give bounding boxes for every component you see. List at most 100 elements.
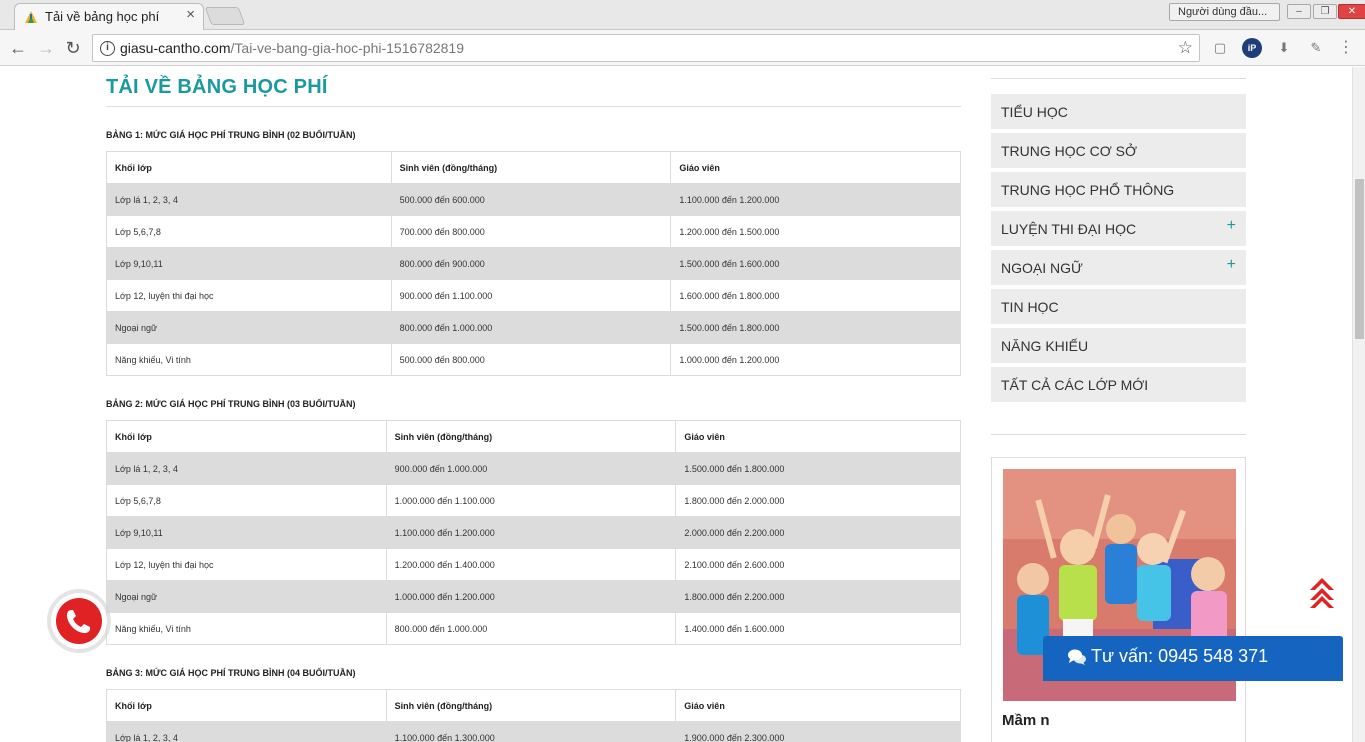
sidebar-item-tieu-hoc[interactable]: TIỂU HỌC (991, 94, 1246, 130)
extension-ip-icon[interactable]: iP (1242, 38, 1262, 58)
cell-student: 1.100.000 đến 1.300.000 (385, 721, 677, 742)
fee-table-2: Khối lớp Sinh viên (đồng/tháng) Giáo viê… (106, 420, 961, 645)
cell-student: 700.000 đến 800.000 (390, 215, 672, 248)
address-bar[interactable]: i giasu-cantho.com/Tai-ve-bang-gia-hoc-p… (92, 34, 1200, 62)
cell-student: 800.000 đến 1.000.000 (385, 612, 677, 645)
cell-student: 800.000 đến 1.000.000 (390, 311, 672, 344)
sidebar-item-label: TRUNG HỌC PHỔ THÔNG (1001, 182, 1175, 198)
expand-plus-icon[interactable]: + (1227, 217, 1236, 235)
table-row: Lớp 5,6,7,8 700.000 đến 800.000 1.200.000 … (106, 215, 961, 248)
new-tab-button[interactable] (204, 7, 246, 25)
cell-student: 500.000 đến 600.000 (390, 183, 672, 216)
header-student: Sinh viên (đồng/tháng) (385, 689, 677, 722)
header-grade: Khối lớp (106, 420, 387, 453)
table-row: Lớp 5,6,7,8 1.000.000 đến 1.100.000 1.800.… (106, 484, 961, 517)
cell-grade: Lớp 12, luyện thi đại học (106, 279, 392, 312)
url-domain: giasu-cantho.com (120, 40, 231, 56)
call-button-circle (56, 598, 102, 644)
cell-student: 500.000 đến 800.000 (390, 343, 672, 376)
extension-tool-icon[interactable]: ✎ (1306, 38, 1326, 58)
profile-button[interactable]: Người dùng đầu... (1169, 3, 1280, 21)
cell-teacher: 1.100.000 đến 1.200.000 (670, 183, 961, 216)
cell-grade: Lớp 5,6,7,8 (106, 215, 392, 248)
table-row: Lớp 9,10,11 1.100.000 đến 1.200.000 2.000.… (106, 516, 961, 549)
sidebar-item-nang-khieu[interactable]: NĂNG KHIẾU (991, 328, 1246, 364)
page-title: TẢI VỀ BẢNG HỌC PHÍ (106, 76, 328, 98)
sidebar-item-label: NĂNG KHIẾU (1001, 338, 1089, 354)
browser-toolbar: ← → ↻ i giasu-cantho.com/Tai-ve-bang-gia… (0, 30, 1365, 66)
table-row: Lớp 12, luyện thi đại học 1.200.000 đến 1… (106, 548, 961, 581)
back-to-top-icon[interactable] (1307, 574, 1337, 608)
extension-reader-icon[interactable]: ▢ (1210, 38, 1230, 58)
url-text[interactable]: giasu-cantho.com/Tai-ve-bang-gia-hoc-phi… (120, 40, 464, 56)
cell-teacher: 1.400.000 đến 1.600.000 (675, 612, 961, 645)
bookmark-star-icon[interactable]: ☆ (1178, 38, 1193, 58)
header-student: Sinh viên (đồng/tháng) (385, 420, 677, 453)
sidebar-item-trung-hoc-co-so[interactable]: TRUNG HỌC CƠ SỞ (991, 133, 1246, 169)
site-favicon-icon (25, 11, 37, 23)
promo-card[interactable]: Mầm n (991, 457, 1246, 742)
download-icon[interactable]: ⬇ (1274, 38, 1294, 58)
browser-tab[interactable]: Tải về bảng học phí × (14, 3, 204, 30)
cell-student: 900.000 đến 1.000.000 (385, 452, 677, 485)
expand-plus-icon[interactable]: + (1227, 256, 1236, 274)
cell-teacher: 1.900.000 đến 2.300.000 (675, 721, 961, 742)
back-arrow-icon[interactable]: ← (8, 38, 28, 58)
cell-teacher: 1.800.000 đến 2.000.000 (675, 484, 961, 517)
minimize-icon[interactable]: – (1287, 4, 1311, 19)
tab-title: Tải về bảng học phí (45, 9, 160, 24)
table-row: Lớp lá 1, 2, 3, 4 900.000 đến 1.000.000 1.… (106, 452, 961, 485)
header-student: Sinh viên (đồng/tháng) (390, 151, 672, 184)
sidebar-item-label: TIỂU HỌC (1001, 104, 1068, 120)
promo-caption[interactable]: Mầm n (1002, 712, 1050, 729)
cell-teacher: 2.100.000 đến 2.600.000 (675, 548, 961, 581)
table-header-row: Khối lớp Sinh viên (đồng/tháng) Giáo viê… (106, 420, 961, 453)
cell-grade: Lớp 12, luyện thi đại học (106, 548, 387, 581)
header-teacher: Giáo viên (675, 420, 961, 453)
sidebar-item-ngoai-ngu[interactable]: NGOẠI NGỮ + (991, 250, 1246, 286)
header-grade: Khối lớp (106, 151, 392, 184)
cell-student: 1.100.000 đến 1.200.000 (385, 516, 677, 549)
table-row: Ngoại ngữ 1.000.000 đến 1.200.000 1.800.00… (106, 580, 961, 613)
cell-teacher: 1.500.000 đến 1.800.000 (670, 311, 961, 344)
table-row: Năng khiếu, Vi tính 800.000 đến 1.000.000… (106, 612, 961, 645)
sidebar-item-luyen-thi-dai-hoc[interactable]: LUYỆN THI ĐẠI HỌC + (991, 211, 1246, 247)
browser-tab-strip: Tải về bảng học phí × Người dùng đầu... … (0, 0, 1365, 30)
sidebar-item-label: TRUNG HỌC CƠ SỞ (1001, 143, 1138, 159)
header-teacher: Giáo viên (670, 151, 961, 184)
table-row: Lớp lá 1, 2, 3, 4 1.100.000 đến 1.300.000… (106, 721, 961, 742)
cell-grade: Năng khiếu, Vi tính (106, 343, 392, 376)
consult-hotline-button[interactable]: Tư vấn: 0945 548 371 (1043, 636, 1343, 681)
cell-teacher: 1.800.000 đến 2.200.000 (675, 580, 961, 613)
cell-teacher: 1.500.000 đến 1.600.000 (670, 247, 961, 280)
sidebar-divider (991, 434, 1246, 435)
sidebar-item-trung-hoc-pho-thong[interactable]: TRUNG HỌC PHỔ THÔNG (991, 172, 1246, 208)
table-2-caption: BẢNG 2: MỨC GIÁ HỌC PHÍ TRUNG BÌNH (03 B… (106, 399, 356, 409)
sidebar-item-tat-ca-cac-lop-moi[interactable]: TẤT CẢ CÁC LỚP MỚI (991, 367, 1246, 403)
sidebar-item-tin-hoc[interactable]: TIN HỌC (991, 289, 1246, 325)
menu-kebab-icon[interactable]: ⋮ (1336, 38, 1356, 58)
cell-grade: Lớp 9,10,11 (106, 247, 392, 280)
cell-teacher: 1.500.000 đến 1.800.000 (675, 452, 961, 485)
cell-grade: Lớp 5,6,7,8 (106, 484, 387, 517)
table-row: Ngoại ngữ 800.000 đến 1.000.000 1.500.000 … (106, 311, 961, 344)
sidebar-item-label: TẤT CẢ CÁC LỚP MỚI (1001, 377, 1149, 393)
sidebar-divider (991, 78, 1246, 79)
sidebar-item-label: TIN HỌC (1001, 299, 1059, 315)
page-scrollbar[interactable] (1352, 67, 1365, 742)
call-button[interactable] (51, 593, 107, 649)
cell-teacher: 1.000.000 đến 1.200.000 (670, 343, 961, 376)
forward-arrow-icon[interactable]: → (36, 38, 56, 58)
scrollbar-thumb[interactable] (1355, 179, 1364, 339)
restore-icon[interactable]: ❐ (1313, 4, 1337, 19)
url-path: /Tai-ve-bang-gia-hoc-phi-1516782819 (230, 40, 465, 56)
cell-student: 900.000 đến 1.100.000 (390, 279, 672, 312)
cell-grade: Ngoại ngữ (106, 580, 387, 613)
consult-label: Tư vấn: 0945 548 371 (1091, 646, 1269, 666)
close-window-icon[interactable]: ✕ (1338, 4, 1365, 19)
header-grade: Khối lớp (106, 689, 387, 722)
tab-close-icon[interactable]: × (186, 6, 195, 23)
site-info-icon[interactable]: i (100, 41, 115, 56)
reload-icon[interactable]: ↻ (63, 38, 83, 58)
header-teacher: Giáo viên (675, 689, 961, 722)
